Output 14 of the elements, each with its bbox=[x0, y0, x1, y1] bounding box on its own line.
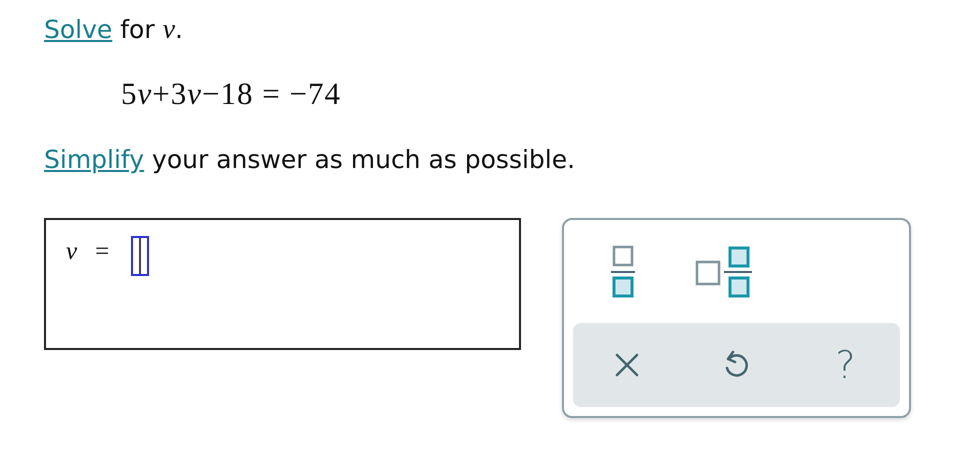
instruction-text: Solve for v. bbox=[44, 13, 184, 47]
fraction-icon bbox=[610, 244, 635, 298]
simplify-link[interactable]: Simplify bbox=[44, 145, 144, 174]
equation: 5v+3v−18 = −74 bbox=[121, 76, 342, 112]
mixed-number-icon bbox=[694, 244, 753, 298]
mixed-number-button[interactable] bbox=[694, 244, 753, 298]
equals-sign: = bbox=[95, 238, 110, 266]
solve-link[interactable]: Solve bbox=[44, 15, 112, 44]
hint-text: Simplify your answer as much as possible. bbox=[44, 144, 576, 176]
close-icon bbox=[615, 353, 640, 377]
answer-field[interactable] bbox=[131, 236, 150, 276]
help-button[interactable]: ? bbox=[820, 340, 870, 390]
fraction-button[interactable] bbox=[610, 244, 635, 298]
variable-label: v bbox=[66, 238, 78, 266]
